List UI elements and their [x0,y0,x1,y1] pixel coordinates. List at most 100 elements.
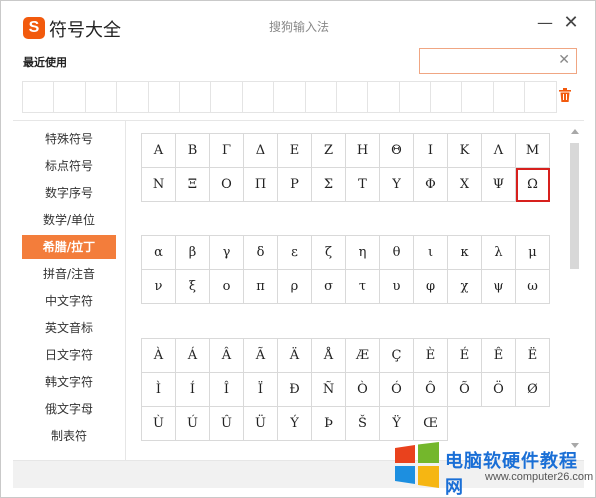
latin-symbol[interactable]: Ô [414,373,448,407]
clear-search-icon[interactable]: ✕ [558,52,570,68]
latin-symbol[interactable]: Î [210,373,244,407]
latin-symbol[interactable]: Ÿ [380,407,414,441]
category-item[interactable]: 希腊/拉丁 [22,235,116,259]
category-item[interactable]: 日文字符 [22,343,116,367]
latin-symbol[interactable]: È [414,339,448,373]
greek-upper-symbol[interactable]: Ο [210,168,244,202]
search-input[interactable] [424,51,554,71]
recent-slot[interactable] [274,82,306,113]
recent-slot[interactable] [179,82,212,113]
category-item[interactable]: 标点符号 [22,154,116,178]
latin-symbol[interactable]: Í [176,373,210,407]
greek-upper-symbol[interactable]: Ω [516,168,550,202]
greek-lower-symbol[interactable]: ξ [176,270,210,304]
recent-slot[interactable] [399,82,432,113]
latin-symbol[interactable]: Ë [516,339,550,373]
latin-symbol[interactable]: Ó [380,373,414,407]
latin-symbol[interactable]: Ä [278,339,312,373]
greek-upper-symbol[interactable]: Ε [278,134,312,168]
latin-symbol[interactable]: É [448,339,482,373]
latin-symbol[interactable]: Þ [312,407,346,441]
greek-upper-symbol[interactable]: Κ [448,134,482,168]
scroll-up-arrow-icon[interactable] [571,129,579,134]
latin-symbol[interactable]: Ú [176,407,210,441]
recent-slot[interactable] [242,82,275,113]
greek-upper-symbol[interactable]: Χ [448,168,482,202]
vertical-scrollbar[interactable] [567,121,584,461]
greek-lower-symbol[interactable]: δ [244,236,278,270]
greek-lower-symbol[interactable]: α [142,236,176,270]
greek-lower-symbol[interactable]: μ [516,236,550,270]
latin-symbol[interactable]: Ø [516,373,550,407]
recent-slot[interactable] [493,82,526,113]
latin-symbol[interactable]: Ü [244,407,278,441]
scroll-thumb[interactable] [570,143,579,269]
category-item[interactable]: 俄文字母 [22,397,116,421]
greek-upper-symbol[interactable]: Θ [380,134,414,168]
recent-slot[interactable] [368,82,400,113]
latin-symbol[interactable]: Õ [448,373,482,407]
category-item[interactable]: 韩文字符 [22,370,116,394]
category-item[interactable]: 中文字符 [22,289,116,313]
greek-lower-symbol[interactable]: π [244,270,278,304]
recent-slot[interactable] [148,82,180,113]
greek-lower-symbol[interactable]: β [176,236,210,270]
greek-lower-symbol[interactable]: ν [142,270,176,304]
greek-lower-symbol[interactable]: κ [448,236,482,270]
greek-lower-symbol[interactable]: ω [516,270,550,304]
greek-lower-symbol[interactable]: ο [210,270,244,304]
category-item[interactable]: 拼音/注音 [22,262,116,286]
greek-lower-symbol[interactable]: η [346,236,380,270]
latin-symbol[interactable]: Ê [482,339,516,373]
search-box[interactable]: ✕ [419,48,577,74]
greek-upper-symbol[interactable]: Α [142,134,176,168]
greek-upper-symbol[interactable]: Ξ [176,168,210,202]
greek-upper-symbol[interactable]: Δ [244,134,278,168]
latin-symbol[interactable]: Š [346,407,380,441]
latin-symbol[interactable]: Œ [414,407,448,441]
greek-upper-symbol[interactable]: Σ [312,168,346,202]
latin-symbol[interactable]: Á [176,339,210,373]
greek-lower-symbol[interactable]: ζ [312,236,346,270]
greek-lower-symbol[interactable]: θ [380,236,414,270]
greek-lower-symbol[interactable]: χ [448,270,482,304]
minimize-button[interactable]: — [537,13,553,33]
recent-slot[interactable] [23,82,55,113]
greek-upper-symbol[interactable]: Τ [346,168,380,202]
latin-symbol[interactable]: Û [210,407,244,441]
greek-upper-symbol[interactable]: Ζ [312,134,346,168]
greek-upper-symbol[interactable]: Η [346,134,380,168]
recent-slot[interactable] [211,82,243,113]
greek-lower-symbol[interactable]: ψ [482,270,516,304]
greek-upper-symbol[interactable]: Ρ [278,168,312,202]
greek-upper-symbol[interactable]: Φ [414,168,448,202]
greek-upper-symbol[interactable]: Β [176,134,210,168]
greek-upper-symbol[interactable]: Ν [142,168,176,202]
latin-symbol[interactable]: Ý [278,407,312,441]
greek-upper-symbol[interactable]: Π [244,168,278,202]
greek-upper-symbol[interactable]: Ι [414,134,448,168]
category-item[interactable]: 制表符 [22,424,116,448]
latin-symbol[interactable]: Ç [380,339,414,373]
latin-symbol[interactable]: Ì [142,373,176,407]
greek-lower-symbol[interactable]: ε [278,236,312,270]
recent-slot[interactable] [85,82,118,113]
latin-symbol[interactable]: Ù [142,407,176,441]
greek-lower-symbol[interactable]: γ [210,236,244,270]
category-item[interactable]: 英文音标 [22,316,116,340]
recent-slot[interactable] [305,82,337,113]
latin-symbol[interactable]: À [142,339,176,373]
greek-lower-symbol[interactable]: ρ [278,270,312,304]
latin-symbol[interactable]: Ö [482,373,516,407]
greek-upper-symbol[interactable]: Λ [482,134,516,168]
greek-lower-symbol[interactable]: φ [414,270,448,304]
latin-symbol[interactable]: Ð [278,373,312,407]
category-item[interactable]: 数字序号 [22,181,116,205]
latin-symbol[interactable]: Ã [244,339,278,373]
greek-lower-symbol[interactable]: υ [380,270,414,304]
recent-slot[interactable] [431,82,463,113]
greek-upper-symbol[interactable]: Γ [210,134,244,168]
greek-lower-symbol[interactable]: ι [414,236,448,270]
latin-symbol[interactable]: Ï [244,373,278,407]
recent-slot[interactable] [117,82,149,113]
